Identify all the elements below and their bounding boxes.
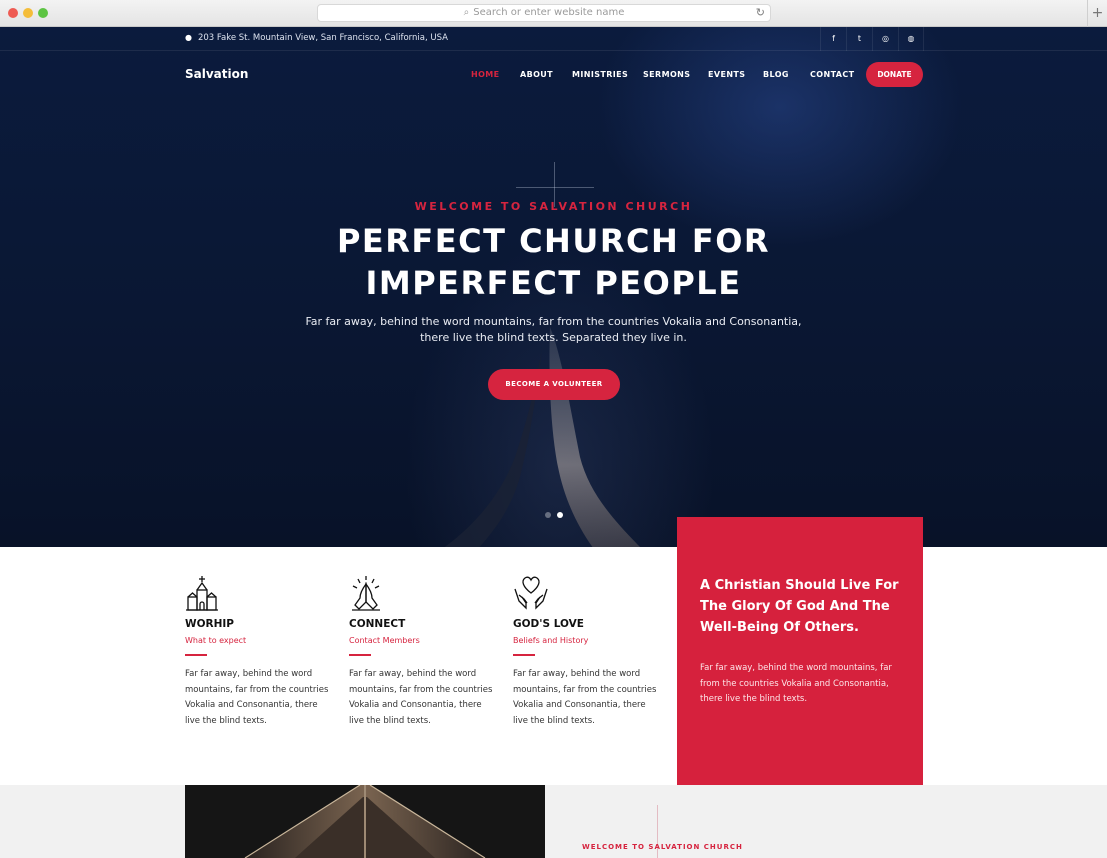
search-icon: ⌕ [463, 7, 470, 18]
become-volunteer-button[interactable]: BECOME A VOLUNTEER [488, 369, 620, 400]
hero-section: ● 203 Fake St. Mountain View, San Francis… [0, 27, 1107, 547]
slide-dot-1[interactable] [545, 512, 551, 518]
callout-box: A Christian Should Live For The Glory Of… [677, 517, 923, 785]
callout-text: Far far away, behind the word mountains,… [700, 663, 892, 704]
hero-headline-line1: PERFECT CHURCH FOR [336, 222, 771, 260]
church-address-wrap: ● 203 Fake St. Mountain View, San Francis… [185, 33, 448, 43]
address-bar[interactable]: ⌕ Search or enter website name ↻ [317, 4, 771, 22]
nav-sermons[interactable]: SERMONS [643, 70, 690, 79]
hero-subtext-line1: Far far away, behind the word mountains,… [305, 315, 802, 328]
instagram-icon[interactable]: ◎ [872, 27, 898, 51]
close-window-button[interactable] [8, 8, 18, 18]
praying-hands-icon [352, 576, 380, 611]
nav-ministries[interactable]: MINISTRIES [572, 70, 628, 79]
address-placeholder: Search or enter website name [473, 7, 625, 18]
hero-headline-line2: IMPERFECT PEOPLE [365, 264, 742, 302]
feature-text: Far far away, behind the word mountains,… [185, 669, 329, 726]
nav-about[interactable]: ABOUT [520, 70, 553, 79]
feature-divider [185, 654, 207, 656]
browser-toolbar: ⌕ Search or enter website name ↻ + [0, 0, 1107, 27]
nav-contact[interactable]: CONTACT [810, 70, 855, 79]
feature-text: Far far away, behind the word mountains,… [513, 669, 657, 726]
reload-icon[interactable]: ↻ [756, 5, 765, 21]
nav-events[interactable]: EVENTS [708, 70, 745, 79]
cross-decoration-bar [516, 187, 594, 188]
site-logo[interactable]: Salvation [185, 67, 248, 81]
maximize-window-button[interactable] [38, 8, 48, 18]
nav-blog[interactable]: BLOG [763, 70, 789, 79]
church-icon [186, 576, 218, 611]
feature-text: Far far away, behind the word mountains,… [349, 669, 493, 726]
hero-eyebrow: WELCOME TO SALVATION CHURCH [414, 200, 693, 213]
dribbble-icon[interactable]: ◍ [898, 27, 924, 51]
feature-divider [513, 654, 535, 656]
location-pin-icon: ● [185, 33, 192, 42]
nav-home[interactable]: HOME [471, 70, 500, 79]
top-info-bar: ● 203 Fake St. Mountain View, San Francis… [0, 27, 1107, 51]
church-address: 203 Fake St. Mountain View, San Francisc… [197, 33, 448, 43]
feature-title: WORHIP [185, 618, 234, 630]
section-eyebrow: WELCOME TO SALVATION CHURCH [582, 843, 743, 851]
feature-title: GOD'S LOVE [513, 618, 584, 630]
church-interior-image [185, 785, 545, 858]
feature-divider [349, 654, 371, 656]
feature-title: CONNECT [349, 618, 406, 630]
feature-subtitle-link[interactable]: Beliefs and History [513, 636, 588, 645]
hero-subtext-line2: there live the blind texts. Separated th… [420, 331, 687, 344]
feature-subtitle-link[interactable]: What to expect [185, 636, 246, 645]
facebook-icon[interactable]: f [820, 27, 846, 51]
feature-subtitle-link[interactable]: Contact Members [349, 636, 420, 645]
slide-dot-2[interactable] [557, 512, 563, 518]
heart-hands-icon [514, 576, 548, 610]
main-navbar: Salvation HOME ABOUT MINISTRIES SERMONS … [0, 51, 1107, 99]
twitter-icon[interactable]: t [846, 27, 872, 51]
about-section: WELCOME TO SALVATION CHURCH [0, 785, 1107, 858]
minimize-window-button[interactable] [23, 8, 33, 18]
new-tab-button[interactable]: + [1087, 0, 1107, 27]
callout-title: A Christian Should Live For The Glory Of… [700, 578, 899, 635]
features-section: WORHIP What to expect Far far away, behi… [0, 547, 1107, 785]
donate-button[interactable]: DONATE [866, 62, 923, 87]
